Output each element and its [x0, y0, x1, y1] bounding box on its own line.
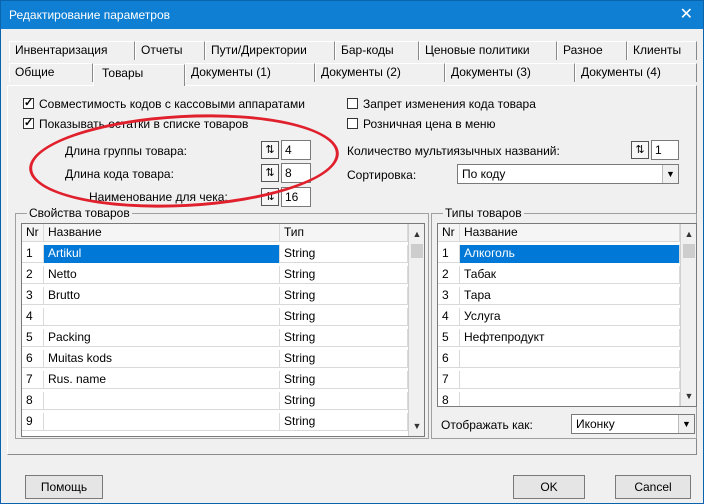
- scroll-down-icon[interactable]: ▼: [409, 418, 424, 434]
- tab-documents-1[interactable]: Документы (1): [185, 63, 315, 82]
- table-row[interactable]: 3 Тара: [438, 287, 680, 305]
- table-row[interactable]: 8: [438, 392, 680, 406]
- chevron-down-icon[interactable]: ▼: [678, 415, 694, 433]
- table-row[interactable]: 3 Brutto String: [22, 287, 408, 305]
- table-row[interactable]: 7: [438, 371, 680, 389]
- table-header: Nr Название: [438, 224, 680, 242]
- product-properties-title: Свойства товаров: [27, 206, 132, 220]
- tab-products[interactable]: Товары: [93, 64, 185, 86]
- tab-documents-3[interactable]: Документы (3): [445, 63, 575, 82]
- check-icon: ✓: [24, 117, 34, 129]
- header-name[interactable]: Название: [460, 224, 680, 242]
- ok-button[interactable]: OK: [513, 475, 585, 499]
- table-row[interactable]: 8 String: [22, 392, 408, 410]
- help-button[interactable]: Помощь: [25, 475, 103, 499]
- scroll-thumb[interactable]: [683, 244, 695, 258]
- table-row[interactable]: 5 Packing String: [22, 329, 408, 347]
- tab-price-policies[interactable]: Ценовые политики: [419, 41, 557, 60]
- types-scrollbar[interactable]: ▲ ▼: [680, 224, 696, 406]
- product-properties-table[interactable]: Nr Название Тип 1 Artikul String 2 Netto…: [21, 223, 425, 437]
- table-row[interactable]: 6 Muitas kods String: [22, 350, 408, 368]
- sort-select[interactable]: По коду ▼: [457, 164, 679, 184]
- table-row[interactable]: 2 Табак: [438, 266, 680, 284]
- cancel-button[interactable]: Cancel: [615, 475, 691, 499]
- header-nr[interactable]: Nr: [22, 224, 44, 242]
- receipt-name-label: Наименование для чека:: [89, 190, 228, 204]
- show-stock-checkbox[interactable]: ✓ Показывать остатки в списке товаров: [23, 116, 248, 132]
- group-length-input[interactable]: 4: [281, 140, 311, 160]
- tab-documents-2[interactable]: Документы (2): [315, 63, 445, 82]
- table-row[interactable]: 1 Алкоголь: [438, 245, 680, 263]
- multiname-spinner-icon[interactable]: ⇅: [631, 141, 649, 159]
- close-icon[interactable]: ✕: [680, 1, 693, 29]
- sort-label: Сортировка:: [347, 168, 417, 182]
- product-types-title: Типы товаров: [443, 206, 524, 220]
- product-types-table[interactable]: Nr Название 1 Алкоголь 2 Табак 3 Тара 4 …: [437, 223, 697, 407]
- display-as-label: Отображать как:: [441, 418, 533, 432]
- checkbox-box[interactable]: ✓: [23, 117, 34, 129]
- table-row[interactable]: 6: [438, 350, 680, 368]
- window-title: Редактирование параметров: [9, 8, 171, 22]
- display-as-select[interactable]: Иконку ▼: [571, 414, 695, 434]
- table-row[interactable]: 7 Rus. name String: [22, 371, 408, 389]
- table-row[interactable]: 5 Нефтепродукт: [438, 329, 680, 347]
- tab-misc[interactable]: Разное: [557, 41, 627, 60]
- check-icon: ✓: [24, 97, 34, 109]
- scroll-up-icon[interactable]: ▲: [681, 226, 696, 242]
- checkbox-box[interactable]: [347, 98, 358, 109]
- header-name[interactable]: Название: [44, 224, 280, 242]
- receipt-name-input[interactable]: 16: [281, 187, 311, 207]
- tab-general[interactable]: Общие: [9, 63, 93, 82]
- code-length-label: Длина кода товара:: [65, 167, 174, 181]
- scroll-down-icon[interactable]: ▼: [681, 388, 696, 404]
- table-header: Nr Название Тип: [22, 224, 408, 242]
- multiname-count-label: Количество мультиязычных названий:: [347, 144, 560, 158]
- title-bar: Редактирование параметров ✕: [1, 1, 703, 29]
- tab-reports[interactable]: Отчеты: [135, 41, 205, 60]
- chevron-down-icon[interactable]: ▼: [662, 165, 678, 183]
- deny-code-change-checkbox[interactable]: Запрет изменения кода товара: [347, 96, 536, 112]
- tab-paths[interactable]: Пути/Директории: [205, 41, 335, 60]
- header-nr[interactable]: Nr: [438, 224, 460, 242]
- table-row[interactable]: 2 Netto String: [22, 266, 408, 284]
- properties-scrollbar[interactable]: ▲ ▼: [408, 224, 424, 436]
- retail-in-menu-checkbox[interactable]: Розничная цена в меню: [347, 116, 496, 132]
- table-row[interactable]: 4 Услуга: [438, 308, 680, 326]
- code-length-spinner-icon[interactable]: ⇅: [261, 164, 279, 182]
- table-row[interactable]: 9 String: [22, 413, 408, 431]
- table-row[interactable]: 1 Artikul String: [22, 245, 408, 263]
- table-row[interactable]: 4 String: [22, 308, 408, 326]
- checkbox-box[interactable]: ✓: [23, 97, 34, 109]
- multiname-count-input[interactable]: 1: [651, 140, 679, 160]
- checkbox-box[interactable]: [347, 118, 358, 129]
- tab-clients[interactable]: Клиенты: [627, 41, 697, 60]
- scroll-thumb[interactable]: [411, 244, 423, 258]
- tab-inventory[interactable]: Инвентаризация: [9, 41, 135, 60]
- group-length-spinner-icon[interactable]: ⇅: [261, 141, 279, 159]
- group-length-label: Длина группы товара:: [65, 144, 187, 158]
- settings-dialog: Редактирование параметров ✕ Инвентаризац…: [0, 0, 704, 504]
- scroll-up-icon[interactable]: ▲: [409, 226, 424, 242]
- receipt-name-spinner-icon[interactable]: ⇅: [261, 188, 279, 206]
- compat-checkbox[interactable]: ✓ Совместимость кодов с кассовыми аппарат…: [23, 96, 305, 112]
- header-type[interactable]: Тип: [280, 224, 408, 242]
- tab-documents-4[interactable]: Документы (4): [575, 63, 697, 82]
- tab-barcodes[interactable]: Бар-коды: [335, 41, 419, 60]
- code-length-input[interactable]: 8: [281, 163, 311, 183]
